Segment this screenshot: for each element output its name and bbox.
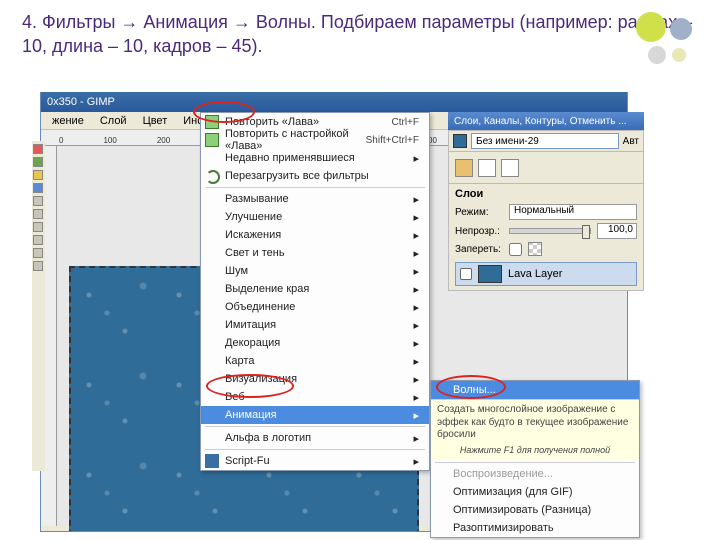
- menu-item[interactable]: Искажения▸: [201, 226, 429, 244]
- layer-thumb: [478, 265, 502, 283]
- menu-item-цвет[interactable]: Цвет: [136, 113, 175, 129]
- chevron-right-icon: ▸: [413, 337, 419, 350]
- menu-item[interactable]: Веб▸: [201, 388, 429, 406]
- chevron-right-icon: ▸: [413, 247, 419, 260]
- submenu-item[interactable]: Оптимизировать (Разница): [431, 501, 639, 519]
- channels-tab-icon[interactable]: [478, 159, 496, 177]
- lock-checkbox[interactable]: [509, 243, 522, 256]
- toolbox[interactable]: [32, 141, 45, 471]
- opacity-slider[interactable]: [509, 228, 591, 234]
- filters-menu[interactable]: Повторить «Лава»Ctrl+FПовторить с настро…: [200, 112, 430, 471]
- layers-header: Слои: [455, 188, 637, 200]
- layer-name[interactable]: Lava Layer: [508, 268, 562, 280]
- window-title: 0x350 - GIMP: [47, 96, 115, 108]
- menu-item[interactable]: Карта▸: [201, 352, 429, 370]
- submenu-item[interactable]: Волны...: [431, 381, 639, 399]
- chevron-right-icon: ▸: [413, 455, 419, 468]
- paths-tab-icon[interactable]: [501, 159, 519, 177]
- chevron-right-icon: ▸: [413, 409, 419, 422]
- chevron-right-icon: ▸: [413, 265, 419, 278]
- menu-item-слой[interactable]: Слой: [93, 113, 134, 129]
- ic-reload-icon: [206, 170, 220, 184]
- chevron-right-icon: ▸: [413, 301, 419, 314]
- chevron-right-icon: ▸: [413, 211, 419, 224]
- layers-dock[interactable]: Слои, Каналы, Контуры, Отменить ... Без …: [448, 112, 644, 412]
- menu-item[interactable]: Script-Fu▸: [201, 452, 429, 470]
- chevron-right-icon: ▸: [413, 319, 419, 332]
- chevron-right-icon: ▸: [413, 193, 419, 206]
- dock-tabs-title[interactable]: Слои, Каналы, Контуры, Отменить ...: [448, 112, 644, 130]
- menu-item[interactable]: Анимация▸: [201, 406, 429, 424]
- chevron-right-icon: ▸: [413, 229, 419, 242]
- tooltip: Создать многослойное изображение с эффек…: [431, 399, 639, 460]
- submenu-item[interactable]: Оптимизация (для GIF): [431, 483, 639, 501]
- ic-ref-icon: [205, 133, 219, 147]
- menu-item[interactable]: Шум▸: [201, 262, 429, 280]
- chevron-right-icon: ▸: [413, 355, 419, 368]
- image-thumb-icon: [453, 134, 467, 148]
- animation-submenu[interactable]: Волны...Создать многослойное изображение…: [430, 380, 640, 538]
- mode-select[interactable]: Нормальный: [509, 204, 637, 220]
- menu-item[interactable]: Размывание▸: [201, 190, 429, 208]
- menu-item-жение[interactable]: жение: [45, 113, 91, 129]
- menu-item[interactable]: Альфа в логотип▸: [201, 429, 429, 447]
- slide-instruction: 4. Фильтры → Анимация → Волны. Подбираем…: [0, 0, 720, 67]
- chevron-right-icon: ▸: [413, 373, 419, 386]
- ic-py-icon: [205, 454, 219, 468]
- chevron-right-icon: ▸: [413, 432, 419, 445]
- menu-item[interactable]: Имитация▸: [201, 316, 429, 334]
- lock-label: Запереть:: [455, 244, 503, 255]
- menu-item[interactable]: Свет и тень▸: [201, 244, 429, 262]
- opacity-value[interactable]: 100,0: [597, 223, 637, 239]
- mode-label: Режим:: [455, 207, 503, 218]
- menu-item[interactable]: Декорация▸: [201, 334, 429, 352]
- menu-item[interactable]: Недавно применявшиеся▸: [201, 149, 429, 167]
- auto-label[interactable]: Авт: [623, 136, 639, 147]
- menu-item[interactable]: Визуализация▸: [201, 370, 429, 388]
- menu-item[interactable]: Выделение края▸: [201, 280, 429, 298]
- ic-ref-icon: [205, 115, 219, 129]
- menu-item[interactable]: Объединение▸: [201, 298, 429, 316]
- decorative-dots: [636, 12, 706, 82]
- menu-item[interactable]: Улучшение▸: [201, 208, 429, 226]
- lock-alpha-icon[interactable]: [528, 242, 542, 256]
- layers-tab-icon[interactable]: [455, 159, 473, 177]
- layer-row[interactable]: Lava Layer: [455, 262, 637, 286]
- menu-item[interactable]: Перезагрузить все фильтры: [201, 167, 429, 185]
- chevron-right-icon: ▸: [413, 391, 419, 404]
- submenu-item[interactable]: Воспроизведение...: [431, 465, 639, 483]
- eye-icon[interactable]: [460, 268, 472, 280]
- image-selector[interactable]: Без имени-29: [471, 133, 619, 149]
- menu-item[interactable]: Повторить с настройкой «Лава»Shift+Ctrl+…: [201, 131, 429, 149]
- window-title-bar: 0x350 - GIMP: [41, 92, 627, 112]
- opacity-label: Непрозр.:: [455, 226, 503, 237]
- submenu-item[interactable]: Разоптимизировать: [431, 519, 639, 537]
- chevron-right-icon: ▸: [413, 283, 419, 296]
- chevron-right-icon: ▸: [413, 152, 419, 165]
